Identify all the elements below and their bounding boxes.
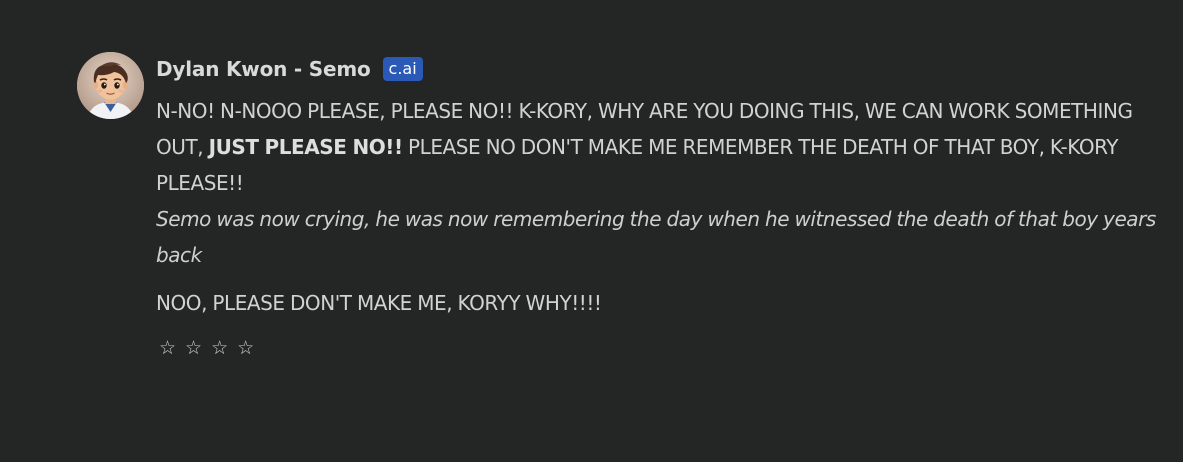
cai-badge: c.ai	[382, 57, 423, 81]
message-content: Dylan Kwon - Semo c.ai N-NO! N-NOOO PLEA…	[156, 52, 1166, 360]
star-icon[interactable]: ☆	[211, 336, 228, 360]
message-paragraph: NOO, PLEASE DON'T MAKE ME, KORYY WHY!!!!	[156, 285, 1166, 321]
message-body: N-NO! N-NOOO PLEASE, PLEASE NO!! K-KORY,…	[156, 93, 1166, 321]
star-icon[interactable]: ☆	[185, 336, 202, 360]
message-paragraph: Semo was now crying, he was now remember…	[156, 201, 1166, 273]
author-name[interactable]: Dylan Kwon - Semo	[156, 57, 371, 81]
rating-stars: ☆ ☆ ☆ ☆	[156, 336, 1166, 360]
star-icon[interactable]: ☆	[237, 336, 254, 360]
message-bold-text: JUST PLEASE NO!!	[208, 135, 403, 159]
message-paragraph: N-NO! N-NOOO PLEASE, PLEASE NO!! K-KORY,…	[156, 93, 1166, 201]
message-text: NOO, PLEASE DON'T MAKE ME, KORYY WHY!!!!	[156, 291, 602, 315]
star-icon[interactable]: ☆	[159, 336, 176, 360]
message-action-text: Semo was now crying, he was now remember…	[156, 207, 1156, 267]
avatar[interactable]	[77, 52, 144, 119]
avatar-image	[77, 52, 144, 119]
message-header: Dylan Kwon - Semo c.ai	[156, 52, 1166, 86]
